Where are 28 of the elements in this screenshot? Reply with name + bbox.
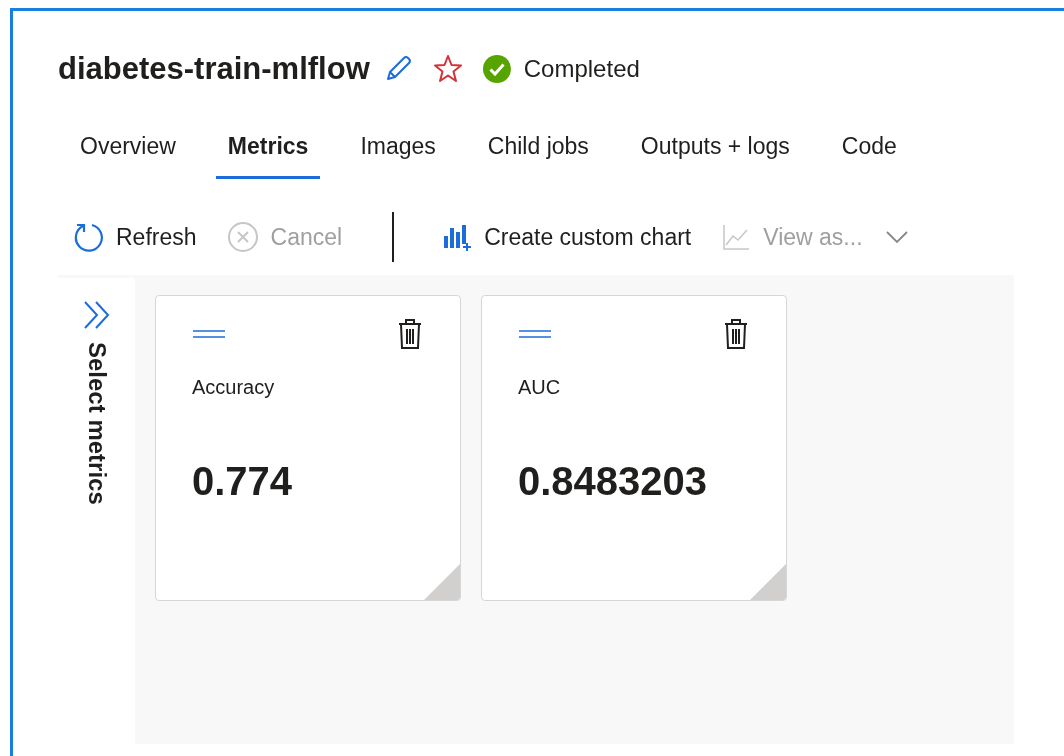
tab[interactable]: Metrics — [215, 133, 321, 179]
metric-value: 0.8483203 — [518, 459, 709, 504]
check-circle-icon — [481, 54, 512, 84]
refresh-button[interactable]: Refresh — [72, 221, 197, 253]
status-text: Completed — [523, 55, 640, 83]
refresh-icon — [72, 221, 104, 253]
job-title: diabetes-train-mlflow — [58, 51, 370, 87]
drag-handle-icon[interactable] — [192, 328, 226, 340]
metric-value: 0.774 — [192, 459, 294, 504]
tab[interactable]: Images — [348, 133, 448, 179]
drag-handle-icon[interactable] — [518, 328, 552, 340]
cancel-icon — [226, 221, 259, 253]
tab[interactable]: Code — [829, 133, 909, 179]
line-chart-icon — [721, 222, 752, 252]
resize-handle-icon[interactable] — [424, 564, 460, 600]
trash-icon[interactable] — [396, 318, 424, 350]
metric-name: Accuracy — [192, 376, 276, 399]
create-chart-button[interactable]: Create custom chart — [442, 222, 692, 252]
tab[interactable]: Child jobs — [475, 133, 601, 179]
star-icon[interactable] — [431, 53, 464, 85]
resize-handle-icon[interactable] — [750, 564, 786, 600]
bar-chart-icon — [442, 222, 473, 252]
tab[interactable]: Outputs + logs — [628, 133, 802, 179]
metric-name: AUC — [518, 376, 562, 399]
tab[interactable]: Overview — [68, 133, 188, 179]
chevron-down-icon — [884, 230, 909, 244]
select-metrics-label[interactable]: Select metrics — [82, 342, 111, 505]
trash-icon[interactable] — [722, 318, 750, 350]
